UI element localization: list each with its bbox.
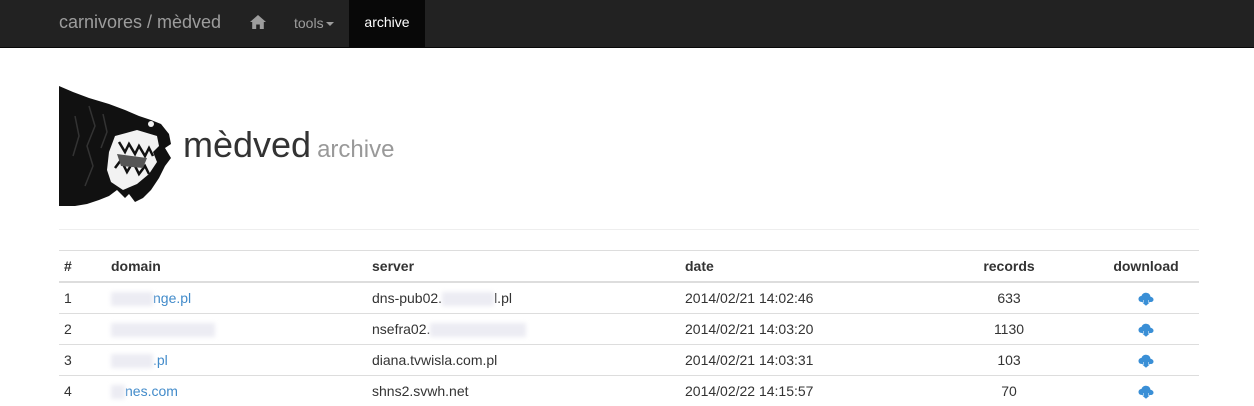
redacted-text xyxy=(111,385,125,400)
tools-dropdown[interactable]: tools xyxy=(294,15,334,31)
cloud-download-icon[interactable] xyxy=(1138,323,1154,337)
domain-link[interactable]: nge.pl xyxy=(153,290,191,306)
redacted-text xyxy=(430,323,527,338)
domain-link[interactable]: nes.com xyxy=(125,383,178,399)
server-name: shns2.svwh.net xyxy=(372,383,469,399)
header-divider xyxy=(59,229,1199,230)
cloud-download-icon[interactable] xyxy=(1138,385,1154,399)
caret-down-icon xyxy=(325,22,334,27)
column-header-records: records xyxy=(925,250,1093,283)
records-cell: 103 xyxy=(925,344,1093,376)
server-name-tail: l.pl xyxy=(494,289,512,306)
table-header-row: # domain server date records download xyxy=(59,250,1199,283)
records-cell: 633 xyxy=(925,281,1093,314)
table-row: 1 nge.pl dns-pub02. l.pl 2014/02/21 14:02… xyxy=(59,281,1199,314)
page-title: mèdved archive xyxy=(183,124,394,166)
column-header-download: download xyxy=(1093,250,1199,283)
column-header-server: server xyxy=(367,250,680,283)
table-row: 3 .pl diana.tvwisla.com.pl 2014/02/21 14… xyxy=(59,344,1199,376)
row-number: 3 xyxy=(59,344,106,376)
table-row: 2 nsefra02. 2014/02/21 14:03:20 1130 xyxy=(59,313,1199,345)
cloud-download-icon[interactable] xyxy=(1138,292,1154,306)
home-icon[interactable] xyxy=(249,13,267,31)
snarling-wolf-logo xyxy=(59,86,171,206)
tools-label: tools xyxy=(294,15,324,31)
cloud-download-icon[interactable] xyxy=(1138,354,1154,368)
date-cell: 2014/02/21 14:03:20 xyxy=(680,313,925,345)
domain-link[interactable]: .pl xyxy=(153,352,168,368)
column-header-number: # xyxy=(59,250,106,283)
page-subtitle: archive xyxy=(317,136,395,163)
row-number: 4 xyxy=(59,375,106,406)
tab-archive[interactable]: archive xyxy=(349,0,425,47)
date-cell: 2014/02/22 14:15:57 xyxy=(680,375,925,406)
row-number: 1 xyxy=(59,281,106,314)
server-name: nsefra02. xyxy=(372,320,431,337)
archive-table: # domain server date records download 1 … xyxy=(59,250,1199,406)
top-navbar: carnivores / mèdved tools archive xyxy=(0,0,1254,48)
row-number: 2 xyxy=(59,313,106,345)
redacted-text xyxy=(442,292,495,307)
table-row: 4 nes.com shns2.svwh.net 2014/02/22 14:1… xyxy=(59,375,1199,406)
redacted-text xyxy=(111,323,215,338)
records-cell: 70 xyxy=(925,375,1093,406)
redacted-text xyxy=(111,292,153,307)
server-name: diana.tvwisla.com.pl xyxy=(372,352,498,368)
records-cell: 1130 xyxy=(925,313,1093,345)
server-name: dns-pub02. xyxy=(372,289,443,306)
brand-link[interactable]: carnivores / mèdved xyxy=(59,12,221,33)
date-cell: 2014/02/21 14:02:46 xyxy=(680,281,925,314)
date-cell: 2014/02/21 14:03:31 xyxy=(680,344,925,376)
page-title-text: mèdved xyxy=(183,124,312,165)
redacted-text xyxy=(111,354,153,369)
column-header-domain: domain xyxy=(106,250,367,283)
column-header-date: date xyxy=(680,250,925,283)
